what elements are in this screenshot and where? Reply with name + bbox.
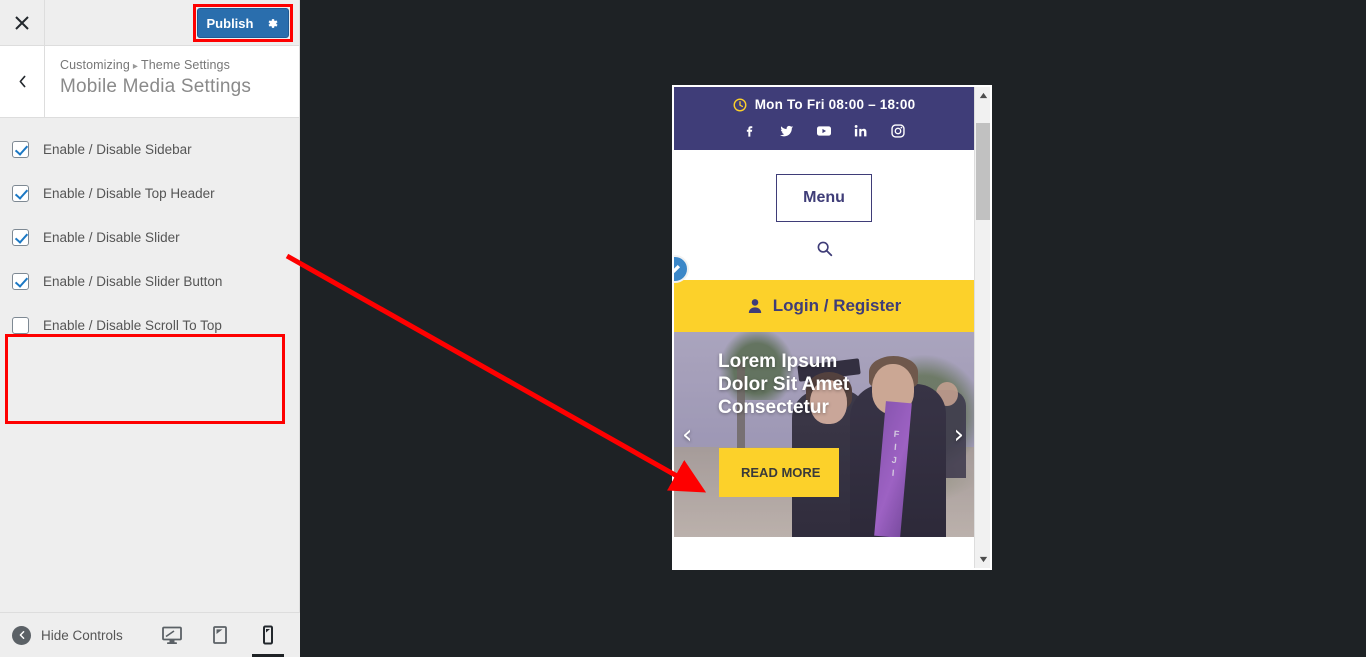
- page-title: Mobile Media Settings: [60, 76, 252, 97]
- youtube-icon[interactable]: [817, 124, 831, 138]
- annotation-box-slider-options: [5, 334, 285, 424]
- device-desktop-button[interactable]: [158, 613, 186, 657]
- slider-prev-button[interactable]: ‹: [682, 422, 692, 448]
- linkedin-icon[interactable]: [854, 124, 868, 138]
- caret-up-icon: [979, 92, 987, 99]
- preview-area: Mon To Fri 08:00 – 18:00 Menu Login / Re…: [300, 0, 1366, 657]
- option-label: Enable / Disable Slider: [43, 229, 180, 245]
- menu-button[interactable]: Menu: [776, 174, 872, 222]
- publish-annotation-wrapper: Publish: [193, 4, 293, 42]
- option-enable-sidebar[interactable]: Enable / Disable Sidebar: [0, 136, 299, 162]
- facebook-icon[interactable]: [743, 124, 757, 138]
- site-top-header: Mon To Fri 08:00 – 18:00: [674, 87, 974, 150]
- hide-controls-button[interactable]: Hide Controls: [0, 625, 123, 645]
- device-mobile-button[interactable]: [252, 613, 284, 657]
- option-enable-top-header[interactable]: Enable / Disable Top Header: [0, 180, 299, 206]
- option-label: Enable / Disable Scroll To Top: [43, 317, 222, 333]
- tablet-icon: [213, 626, 227, 644]
- preview-scrollbar[interactable]: [974, 87, 990, 568]
- site-search-row: [674, 222, 974, 280]
- pencil-edit-icon: [674, 264, 680, 273]
- checkbox-enable-slider[interactable]: [12, 228, 29, 246]
- close-customizer-button[interactable]: [0, 0, 45, 45]
- hide-controls-label: Hide Controls: [41, 627, 123, 643]
- scrollbar-down-button[interactable]: [975, 551, 990, 568]
- hero-slider: FIJI Lorem Ipsum Dolor Sit Amet Consecte…: [674, 332, 974, 537]
- chevron-left-icon: [19, 75, 25, 88]
- collapse-arrow-icon: [12, 625, 31, 645]
- login-register-label: Login / Register: [772, 296, 902, 315]
- clock-icon: [733, 98, 747, 111]
- section-header-text: Customizing ▸ Theme Settings Mobile Media …: [45, 46, 251, 117]
- breadcrumb-root[interactable]: Customizing: [60, 58, 130, 72]
- business-hours-text: Mon To Fri 08:00 – 18:00: [754, 97, 916, 112]
- checkbox-enable-top-header[interactable]: [12, 184, 29, 202]
- preview-viewport: Mon To Fri 08:00 – 18:00 Menu Login / Re…: [674, 87, 974, 568]
- instagram-icon[interactable]: [891, 124, 905, 138]
- mobile-preview-frame: Mon To Fri 08:00 – 18:00 Menu Login / Re…: [672, 85, 992, 570]
- twitter-icon[interactable]: [780, 124, 794, 138]
- option-label: Enable / Disable Slider Button: [43, 273, 223, 289]
- checkbox-enable-scroll-to-top[interactable]: [12, 316, 29, 334]
- customizer-topbar: Publish: [0, 0, 299, 46]
- customizer-screen: Publish Customizing ▸ Theme Settings Mob…: [0, 0, 1366, 657]
- desktop-icon: [162, 626, 182, 644]
- checkbox-enable-slider-button[interactable]: [12, 272, 29, 290]
- checkbox-enable-sidebar[interactable]: [12, 140, 29, 158]
- customizer-options-list: Enable / Disable Sidebar Enable / Disabl…: [0, 118, 299, 424]
- slider-caption: Lorem Ipsum Dolor Sit Amet Consectetur: [718, 351, 850, 418]
- option-enable-scroll-to-top[interactable]: Enable / Disable Scroll To Top: [0, 312, 299, 338]
- customizer-section-header: Customizing ▸ Theme Settings Mobile Media …: [0, 46, 299, 118]
- option-enable-slider-button[interactable]: Enable / Disable Slider Button: [0, 268, 299, 294]
- customizer-footer: Hide Controls: [0, 612, 300, 657]
- back-button[interactable]: [0, 46, 45, 117]
- business-hours: Mon To Fri 08:00 – 18:00: [674, 97, 974, 112]
- user-icon: [748, 299, 761, 313]
- slider-read-more-button[interactable]: READ MORE: [719, 448, 839, 497]
- option-label: Enable / Disable Top Header: [43, 185, 215, 201]
- close-icon: [15, 15, 29, 30]
- option-enable-slider[interactable]: Enable / Disable Slider: [0, 224, 299, 250]
- social-links: [674, 124, 974, 138]
- breadcrumb-separator: ▸: [132, 61, 138, 72]
- option-label: Enable / Disable Sidebar: [43, 141, 192, 157]
- login-register-bar[interactable]: Login / Register: [674, 280, 974, 332]
- gear-icon: [269, 18, 278, 28]
- device-preview-switcher: [158, 613, 300, 657]
- publish-button[interactable]: Publish: [197, 8, 289, 38]
- search-icon[interactable]: [816, 240, 833, 257]
- scrollbar-thumb[interactable]: [976, 123, 990, 220]
- breadcrumb: Customizing ▸ Theme Settings: [60, 58, 251, 72]
- publish-button-label: Publish: [206, 15, 254, 31]
- device-tablet-button[interactable]: [206, 613, 234, 657]
- scrollbar-up-button[interactable]: [975, 87, 990, 104]
- breadcrumb-parent[interactable]: Theme Settings: [141, 58, 230, 72]
- mobile-icon: [263, 625, 273, 645]
- slider-next-button[interactable]: ›: [954, 422, 964, 448]
- customizer-panel: Publish Customizing ▸ Theme Settings Mob…: [0, 0, 300, 657]
- caret-down-icon: [979, 556, 987, 563]
- site-menu-row: Menu: [674, 150, 974, 222]
